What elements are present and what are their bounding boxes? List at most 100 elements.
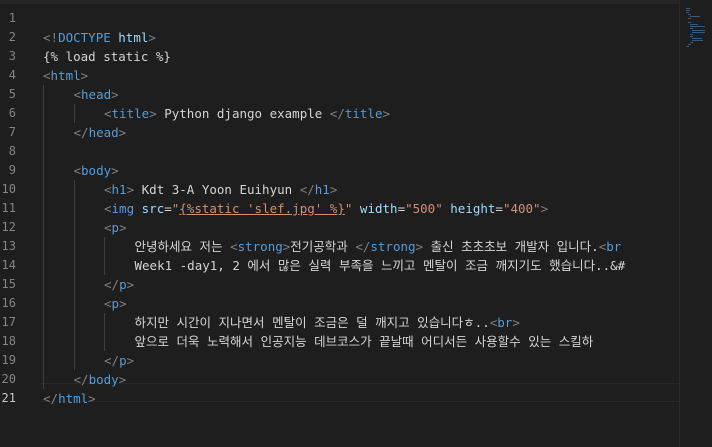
indent-guide (73, 237, 75, 256)
minimap-line (690, 34, 693, 35)
code-line[interactable]: <p> (43, 218, 680, 237)
syntax-token: Kdt 3-A Yoon Euihyun (134, 182, 300, 197)
code-line-content: <p> (43, 220, 127, 235)
code-line[interactable]: <html> (43, 66, 680, 85)
code-line[interactable]: {% load static %} (43, 47, 680, 66)
indent-guide (43, 237, 44, 256)
line-number: 11 (1, 201, 16, 215)
syntax-token: html (118, 30, 149, 45)
code-line[interactable]: 안녕하세요 저는 <strong>전기공학과 </strong> 출신 초초초보… (43, 237, 680, 256)
syntax-token: strong (370, 239, 416, 254)
indent-guide (73, 332, 75, 351)
code-line[interactable]: 앞으로 더욱 노력해서 인공지능 데브코스가 끝날때 어디서든 사용할수 있는 … (43, 332, 680, 351)
syntax-token: > (415, 239, 424, 254)
syntax-token: </ (43, 391, 59, 406)
syntax-token: DOCTYPE (58, 30, 111, 45)
code-line[interactable]: <head> (43, 85, 680, 104)
code-line[interactable] (43, 9, 680, 28)
indent-guide (43, 370, 44, 389)
code-line-content: </head> (43, 125, 127, 140)
syntax-token: > (512, 315, 520, 330)
line-number-gutter[interactable]: 1 2 3 4 5 6 7 8 9 10 11 12 13 14 15 16 17 18 19 20 21 (0, 9, 26, 408)
syntax-token: "400" (502, 201, 541, 216)
code-line[interactable]: <title> Python django example </title> (43, 104, 680, 123)
code-line-content: {% load static %} (43, 49, 171, 64)
syntax-token: > (88, 391, 96, 406)
syntax-token: < (104, 106, 112, 121)
line-number: 4 (8, 68, 16, 82)
code-line[interactable]: 하지만 시간이 지나면서 멘탈이 조금은 덜 깨지고 있습니다ㅎ..<br> (43, 313, 680, 332)
minimap-line (690, 36, 693, 37)
code-line-content: <h1> Kdt 3-A Yoon Euihyun </h1> (43, 182, 337, 197)
code-line[interactable]: <p> (43, 294, 680, 313)
code-line[interactable] (43, 142, 680, 161)
syntax-token: > (80, 68, 89, 83)
code-line[interactable]: </p> (43, 351, 680, 370)
minimap-line (686, 10, 691, 11)
line-number: 8 (8, 144, 16, 158)
syntax-token: src (141, 201, 165, 216)
minimap-line (690, 24, 698, 25)
code-line[interactable]: Week1 -day1, 2 에서 많은 실력 부족을 느끼고 멘탈이 조금 깨… (43, 256, 680, 275)
syntax-token: > (540, 201, 549, 216)
indent-guide (73, 294, 75, 313)
minimap-line (686, 46, 689, 47)
syntax-token: <! (43, 30, 59, 45)
syntax-token: > (329, 182, 338, 197)
syntax-token (134, 201, 142, 216)
code-line[interactable]: </p> (43, 275, 680, 294)
indent-guide (43, 351, 44, 370)
syntax-token: h1 (111, 182, 127, 197)
minimap-line (692, 40, 703, 41)
syntax-token: > (126, 182, 135, 197)
code-line[interactable]: <img src="{%static 'slef.jpg' %}" width=… (43, 199, 680, 218)
indent-guide (43, 294, 44, 313)
code-line[interactable]: </head> (43, 123, 680, 142)
line-number: 18 (1, 334, 16, 348)
line-number: 14 (1, 258, 16, 272)
code-area[interactable]: <!DOCTYPE html> {% load static %} <html> <h… (43, 9, 680, 408)
syntax-token: 하지만 시간이 지나면서 멘탈이 조금은 덜 깨지고 있습니다ㅎ.. (134, 315, 490, 330)
code-line-content: 앞으로 더욱 노력해서 인공지능 데브코스가 끝날때 어디서든 사용할수 있는 … (43, 334, 594, 349)
code-line[interactable]: </html> (43, 389, 680, 408)
line-number: 17 (1, 315, 16, 329)
code-line[interactable]: <h1> Kdt 3-A Yoon Euihyun </h1> (43, 180, 680, 199)
code-line-content: <img src="{%static 'slef.jpg' %}" width=… (43, 201, 548, 216)
minimap-line (688, 22, 691, 23)
syntax-token: > (126, 277, 135, 292)
syntax-token: Python django example (156, 106, 330, 121)
syntax-token: = (495, 201, 503, 216)
minimap[interactable] (679, 0, 712, 447)
code-line-content: </body> (43, 372, 127, 387)
indent-guide (104, 313, 105, 332)
code-line[interactable]: <body> (43, 161, 680, 180)
indent-guide (43, 218, 44, 237)
line-number: 10 (1, 182, 16, 196)
syntax-token: strong (237, 239, 283, 254)
syntax-token: head (88, 125, 119, 140)
editor-top-strip (0, 0, 680, 4)
minimap-line (690, 16, 700, 17)
line-number: 19 (1, 353, 16, 367)
line-number: 12 (1, 220, 16, 234)
syntax-token: 전기공학과 (290, 239, 356, 254)
indent-guide (43, 142, 44, 161)
code-line[interactable]: </body> (43, 370, 680, 389)
syntax-token: > (118, 372, 127, 387)
code-editor[interactable]: 1 2 3 4 5 6 7 8 9 10 11 12 13 14 15 16 17 18 19 20 21 <!DOCT… (0, 0, 712, 447)
line-number: 2 (8, 30, 16, 44)
syntax-token: p (119, 353, 127, 368)
syntax-token: < (43, 68, 51, 83)
code-line-content: </html> (43, 391, 96, 406)
syntax-token: p (119, 277, 127, 292)
syntax-token: </ (355, 239, 371, 254)
syntax-token: html (50, 68, 81, 83)
code-line[interactable]: <!DOCTYPE html> (43, 28, 680, 47)
code-line-content: Week1 -day1, 2 에서 많은 실력 부족을 느끼고 멘탈이 조금 깨… (43, 258, 626, 273)
syntax-token: br (497, 315, 513, 330)
syntax-token: > (118, 125, 127, 140)
indent-guide (104, 256, 105, 275)
line-number: 20 (1, 372, 16, 386)
indent-guide (43, 256, 44, 275)
syntax-token: h1 (314, 182, 330, 197)
